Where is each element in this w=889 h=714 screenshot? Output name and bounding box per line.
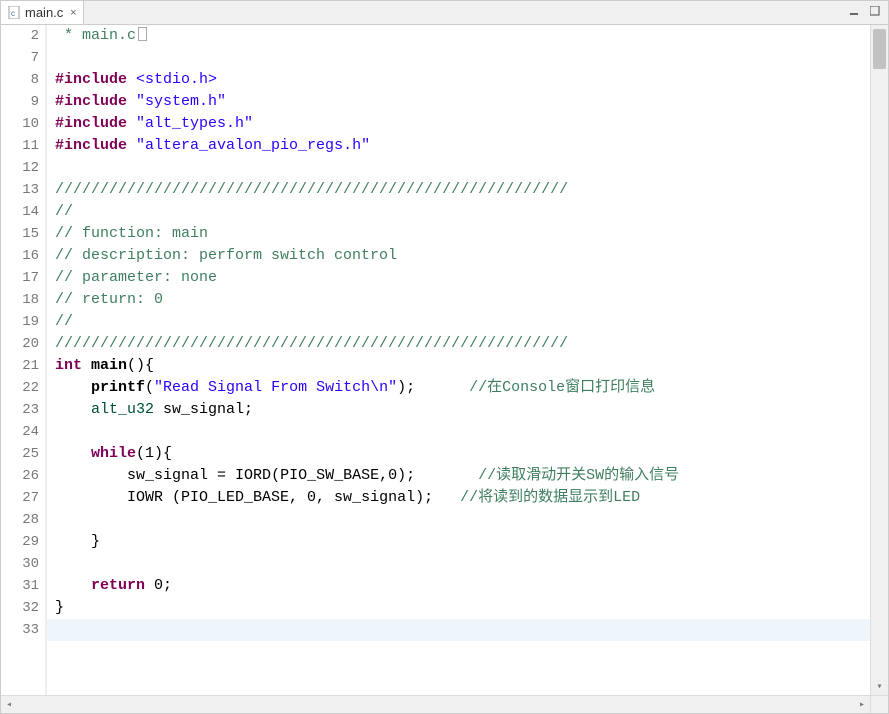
code-line[interactable]: } (47, 597, 888, 619)
code-line[interactable]: ////////////////////////////////////////… (47, 179, 888, 201)
code-line[interactable] (47, 157, 888, 179)
code-line[interactable] (47, 509, 888, 531)
line-number: 16 (1, 245, 39, 267)
line-number: 12 (1, 157, 39, 179)
svg-text:c: c (11, 9, 15, 18)
code-line[interactable] (47, 553, 888, 575)
scroll-down-icon[interactable]: ▾ (871, 679, 888, 695)
code-line[interactable]: ////////////////////////////////////////… (47, 333, 888, 355)
scroll-right-icon[interactable]: ▸ (854, 696, 870, 713)
line-number: 15 (1, 223, 39, 245)
line-number: 26 (1, 465, 39, 487)
line-number: 33 (1, 619, 39, 641)
line-number: 24 (1, 421, 39, 443)
line-number: 7 (1, 47, 39, 69)
line-number: 27 (1, 487, 39, 509)
line-number: 25 (1, 443, 39, 465)
folded-section-icon[interactable] (138, 27, 147, 41)
line-number: 21 (1, 355, 39, 377)
line-number: 19 (1, 311, 39, 333)
scrollbar-thumb[interactable] (873, 29, 886, 69)
code-line[interactable]: IOWR (PIO_LED_BASE, 0, sw_signal); //将读到… (47, 487, 888, 509)
code-line[interactable]: return 0; (47, 575, 888, 597)
tab-label: main.c (25, 5, 63, 20)
vertical-scrollbar[interactable]: ▴ ▾ (870, 25, 888, 695)
code-line[interactable]: alt_u32 sw_signal; (47, 399, 888, 421)
code-line[interactable]: #include <stdio.h> (47, 69, 888, 91)
line-number: 28 (1, 509, 39, 531)
line-number: 29 (1, 531, 39, 553)
line-number: 23 (1, 399, 39, 421)
code-line[interactable]: #include "altera_avalon_pio_regs.h" (47, 135, 888, 157)
code-line[interactable]: // parameter: none (47, 267, 888, 289)
code-line[interactable] (47, 619, 888, 641)
code-line[interactable]: sw_signal = IORD(PIO_SW_BASE,0); //读取滑动开… (47, 465, 888, 487)
line-number: 9 (1, 91, 39, 113)
code-line[interactable]: int main(){ (47, 355, 888, 377)
scroll-left-icon[interactable]: ◂ (1, 696, 17, 713)
line-number: 14 (1, 201, 39, 223)
line-number: 22 (1, 377, 39, 399)
line-number: 8 (1, 69, 39, 91)
code-line[interactable]: // (47, 311, 888, 333)
line-number: 20 (1, 333, 39, 355)
code-line[interactable]: // (47, 201, 888, 223)
line-number: 10 (1, 113, 39, 135)
line-number: 2 (1, 25, 39, 47)
c-file-icon: c (7, 6, 21, 20)
editor: 2 7 8 9 10 11 12 13 14 15 16 17 18 19 20… (1, 25, 888, 695)
code-line[interactable]: * main.c (47, 25, 888, 47)
maximize-icon[interactable] (866, 3, 884, 19)
code-line[interactable]: // description: perform switch control (47, 245, 888, 267)
code-line[interactable] (47, 47, 888, 69)
editor-window-controls (846, 3, 884, 19)
line-number: 30 (1, 553, 39, 575)
code-line[interactable]: while(1){ (47, 443, 888, 465)
code-line[interactable]: } (47, 531, 888, 553)
line-number: 11 (1, 135, 39, 157)
scrollbar-corner (870, 695, 888, 713)
code-line[interactable]: #include "system.h" (47, 91, 888, 113)
code-line[interactable]: // function: main (47, 223, 888, 245)
line-number-gutter: 2 7 8 9 10 11 12 13 14 15 16 17 18 19 20… (1, 25, 47, 695)
line-number: 31 (1, 575, 39, 597)
line-number: 32 (1, 597, 39, 619)
code-line[interactable] (47, 421, 888, 443)
tab-main-c[interactable]: c main.c × (1, 1, 84, 24)
code-line[interactable]: // return: 0 (47, 289, 888, 311)
line-number: 18 (1, 289, 39, 311)
code-line[interactable]: printf("Read Signal From Switch\n"); //在… (47, 377, 888, 399)
code-line[interactable]: #include "alt_types.h" (47, 113, 888, 135)
tab-bar: c main.c × (1, 1, 888, 25)
line-number: 13 (1, 179, 39, 201)
scrollbar-track[interactable] (17, 696, 854, 713)
close-icon[interactable]: × (67, 7, 79, 19)
minimize-icon[interactable] (846, 3, 864, 19)
code-area[interactable]: * main.c #include <stdio.h> #include "sy… (47, 25, 888, 695)
horizontal-scrollbar[interactable]: ◂ ▸ (1, 695, 870, 713)
line-number: 17 (1, 267, 39, 289)
